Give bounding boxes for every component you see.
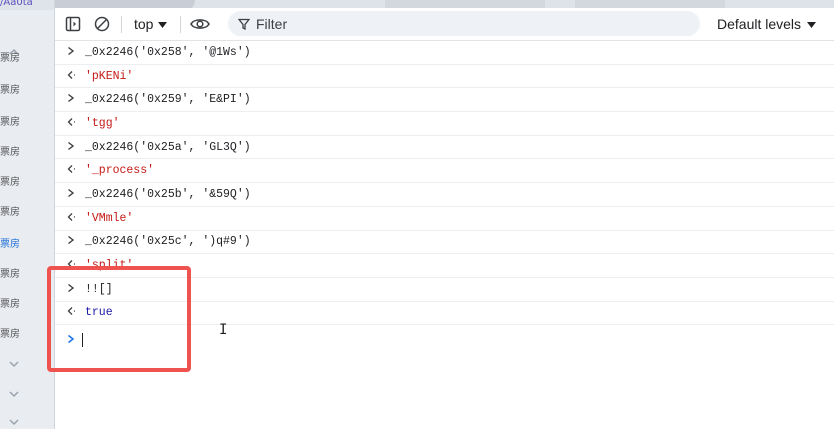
result-arrow-icon [67, 164, 77, 177]
result-value-text[interactable]: 'pKENi' [85, 70, 133, 83]
console-result-entry: '_process' [55, 159, 834, 184]
toolbar-divider [180, 16, 181, 33]
context-selector[interactable]: top [134, 8, 168, 40]
context-label: top [134, 16, 154, 32]
chevron-down-icon[interactable] [8, 416, 22, 429]
console-input-entry: _0x2246('0x25a', 'GL3Q') [55, 136, 834, 160]
input-chevron-icon [67, 93, 77, 106]
sidebar-item[interactable]: 票房 [0, 113, 54, 128]
console-result-entry: 'tgg' [55, 112, 834, 136]
input-code-text[interactable]: _0x2246('0x259', 'E&PI') [85, 93, 251, 106]
console-input-entry: _0x2246('0x258', '@1Ws') [55, 41, 834, 65]
result-arrow-icon [67, 70, 77, 83]
chevron-down-icon[interactable] [8, 358, 22, 372]
annotation-highlight-box [47, 266, 191, 372]
sidebar-item[interactable]: 票房 [0, 49, 54, 64]
result-value-text[interactable]: 'tgg' [85, 117, 120, 130]
sidebar-item[interactable]: 票房 [0, 235, 54, 250]
result-value-text[interactable]: 'VMmle' [85, 212, 133, 225]
input-chevron-icon [67, 188, 77, 201]
live-expression-eye-icon[interactable] [190, 14, 210, 34]
input-code-text[interactable]: _0x2246('0x25c', ')q#9') [85, 235, 251, 248]
sidebar-item[interactable]: 票房 [0, 265, 54, 280]
result-arrow-icon [67, 212, 77, 225]
brand-text: /Aa0ta [0, 0, 33, 8]
console-toolbar: top Filter Default levels [55, 8, 834, 41]
filter-placeholder: Filter [256, 15, 288, 32]
log-levels-dropdown[interactable]: Default levels [717, 8, 817, 40]
console-input-entry: _0x2246('0x25c', ')q#9') [55, 231, 834, 255]
filter-icon [238, 18, 250, 30]
sidebar-item[interactable]: 票房 [0, 81, 54, 96]
log-levels-label: Default levels [717, 16, 802, 32]
console-result-entry: 'pKENi' [55, 65, 834, 89]
sidebar-item[interactable]: 票房 [0, 203, 54, 218]
dropdown-arrow-icon [158, 15, 168, 33]
input-chevron-icon [67, 46, 77, 59]
console-input-entry: _0x2246('0x25b', '&59Q') [55, 183, 834, 207]
input-code-text[interactable]: _0x2246('0x258', '@1Ws') [85, 46, 251, 59]
filter-input[interactable]: Filter [228, 11, 700, 36]
console-result-entry: 'VMmle' [55, 207, 834, 231]
mouse-ibeam-cursor-icon: I [219, 322, 228, 338]
sidebar-item[interactable]: 票房 [0, 295, 54, 310]
toolbar-divider [121, 16, 122, 33]
result-value-text[interactable]: '_process' [85, 164, 154, 177]
console-input-entry: _0x2246('0x259', 'E&PI') [55, 88, 834, 113]
browser-tab[interactable] [385, 0, 545, 8]
input-code-text[interactable]: _0x2246('0x25a', 'GL3Q') [85, 141, 251, 154]
chevron-down-icon[interactable] [8, 388, 22, 402]
result-arrow-icon [67, 117, 77, 130]
sidebar-item[interactable]: 票房 [0, 173, 54, 188]
input-chevron-icon [67, 235, 77, 248]
input-code-text[interactable]: _0x2246('0x25b', '&59Q') [85, 188, 251, 201]
input-chevron-icon [67, 141, 77, 154]
sidebar-item[interactable]: 票房 [0, 143, 54, 158]
browser-tab[interactable] [575, 0, 725, 8]
dropdown-arrow-icon [807, 15, 817, 33]
sidebar-item[interactable]: 票房 [0, 325, 54, 340]
clear-console-icon[interactable] [92, 14, 112, 34]
sidebar-toggle-icon[interactable] [63, 14, 83, 34]
